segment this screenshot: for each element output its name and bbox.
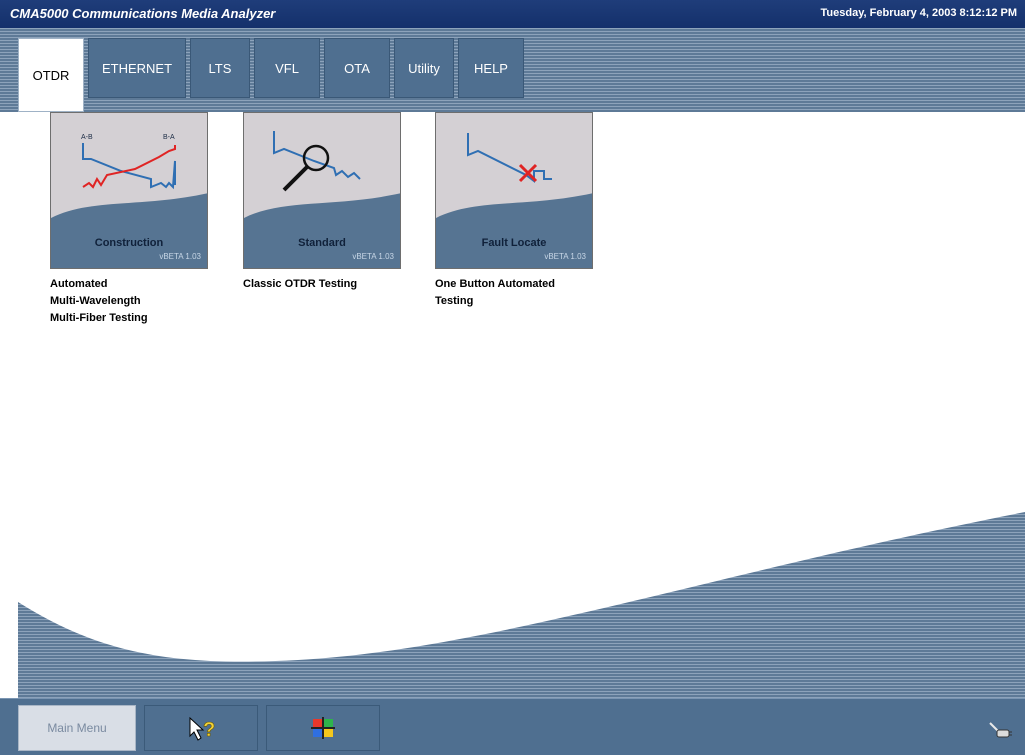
- description-line: Multi-Fiber Testing: [50, 312, 148, 324]
- main-content: A-B B-A Construction vBETA 1.03 Automate…: [18, 112, 1025, 698]
- context-help-button[interactable]: ?: [144, 705, 258, 751]
- tab-label: ETHERNET: [101, 60, 173, 76]
- network-plug-icon[interactable]: [987, 719, 1013, 741]
- svg-text:?: ?: [203, 719, 215, 741]
- tab-label: LTS: [208, 60, 232, 76]
- construction-description: Automated Multi-Wavelength Multi-Fiber T…: [50, 276, 220, 327]
- standard-tile[interactable]: Standard vBETA 1.03: [243, 112, 401, 269]
- tab-label: OTDR: [32, 67, 70, 83]
- standard-description: Classic OTDR Testing: [243, 276, 413, 293]
- main-menu-button[interactable]: Main Menu: [18, 705, 136, 751]
- standard-title: Standard: [298, 237, 346, 249]
- main-menu-label: Main Menu: [47, 721, 107, 735]
- tab-label: OTA: [344, 60, 370, 76]
- pointer-question-icon: ?: [189, 716, 216, 741]
- tab-lts[interactable]: LTS: [190, 38, 250, 98]
- tab-label: VFL: [275, 60, 299, 76]
- description-line: One Button Automated: [435, 278, 555, 290]
- tab-utility[interactable]: Utility: [394, 38, 454, 98]
- fault-locate-version: vBETA 1.03: [544, 252, 586, 261]
- label-ba: B-A: [163, 134, 175, 141]
- construction-title: Construction: [94, 237, 164, 249]
- fault-locate-description: One Button Automated Testing: [435, 276, 605, 310]
- title-bar: CMA5000 Communications Media Analyzer Tu…: [0, 0, 1025, 28]
- description-line: Multi-Wavelength: [50, 295, 141, 307]
- tab-vfl[interactable]: VFL: [254, 38, 320, 98]
- tab-ethernet[interactable]: ETHERNET: [88, 38, 186, 98]
- tab-ota[interactable]: OTA: [324, 38, 390, 98]
- tab-label: Utility: [408, 60, 440, 76]
- standard-version: vBETA 1.03: [352, 252, 394, 261]
- tab-otdr[interactable]: OTDR: [18, 38, 84, 112]
- tab-label: HELP: [474, 60, 508, 76]
- label-ab: A-B: [81, 134, 93, 141]
- description-line: Automated: [50, 278, 108, 290]
- fault-locate-tile[interactable]: Fault Locate vBETA 1.03: [435, 112, 593, 269]
- windows-flag-icon: [311, 717, 335, 739]
- description-line: Classic OTDR Testing: [243, 278, 358, 290]
- fault-locate-title: Fault Locate: [481, 237, 547, 249]
- construction-version: vBETA 1.03: [159, 252, 201, 261]
- tab-strip: OTDR ETHERNET LTS VFL OTA Utility HELP: [0, 28, 1025, 112]
- app-title: CMA5000 Communications Media Analyzer: [10, 6, 276, 21]
- windows-button[interactable]: [266, 705, 380, 751]
- tab-help[interactable]: HELP: [458, 38, 524, 98]
- fault-locate-card[interactable]: Fault Locate vBETA 1.03 One Button Autom…: [435, 112, 595, 310]
- construction-tile[interactable]: A-B B-A Construction vBETA 1.03: [50, 112, 208, 269]
- standard-card[interactable]: Standard vBETA 1.03 Classic OTDR Testing: [243, 112, 403, 293]
- clock-datetime: Tuesday, February 4, 2003 8:12:12 PM: [820, 7, 1017, 19]
- bottom-toolbar: Main Menu ?: [0, 698, 1025, 755]
- description-line: Testing: [435, 295, 474, 307]
- construction-card[interactable]: A-B B-A Construction vBETA 1.03 Automate…: [50, 112, 210, 327]
